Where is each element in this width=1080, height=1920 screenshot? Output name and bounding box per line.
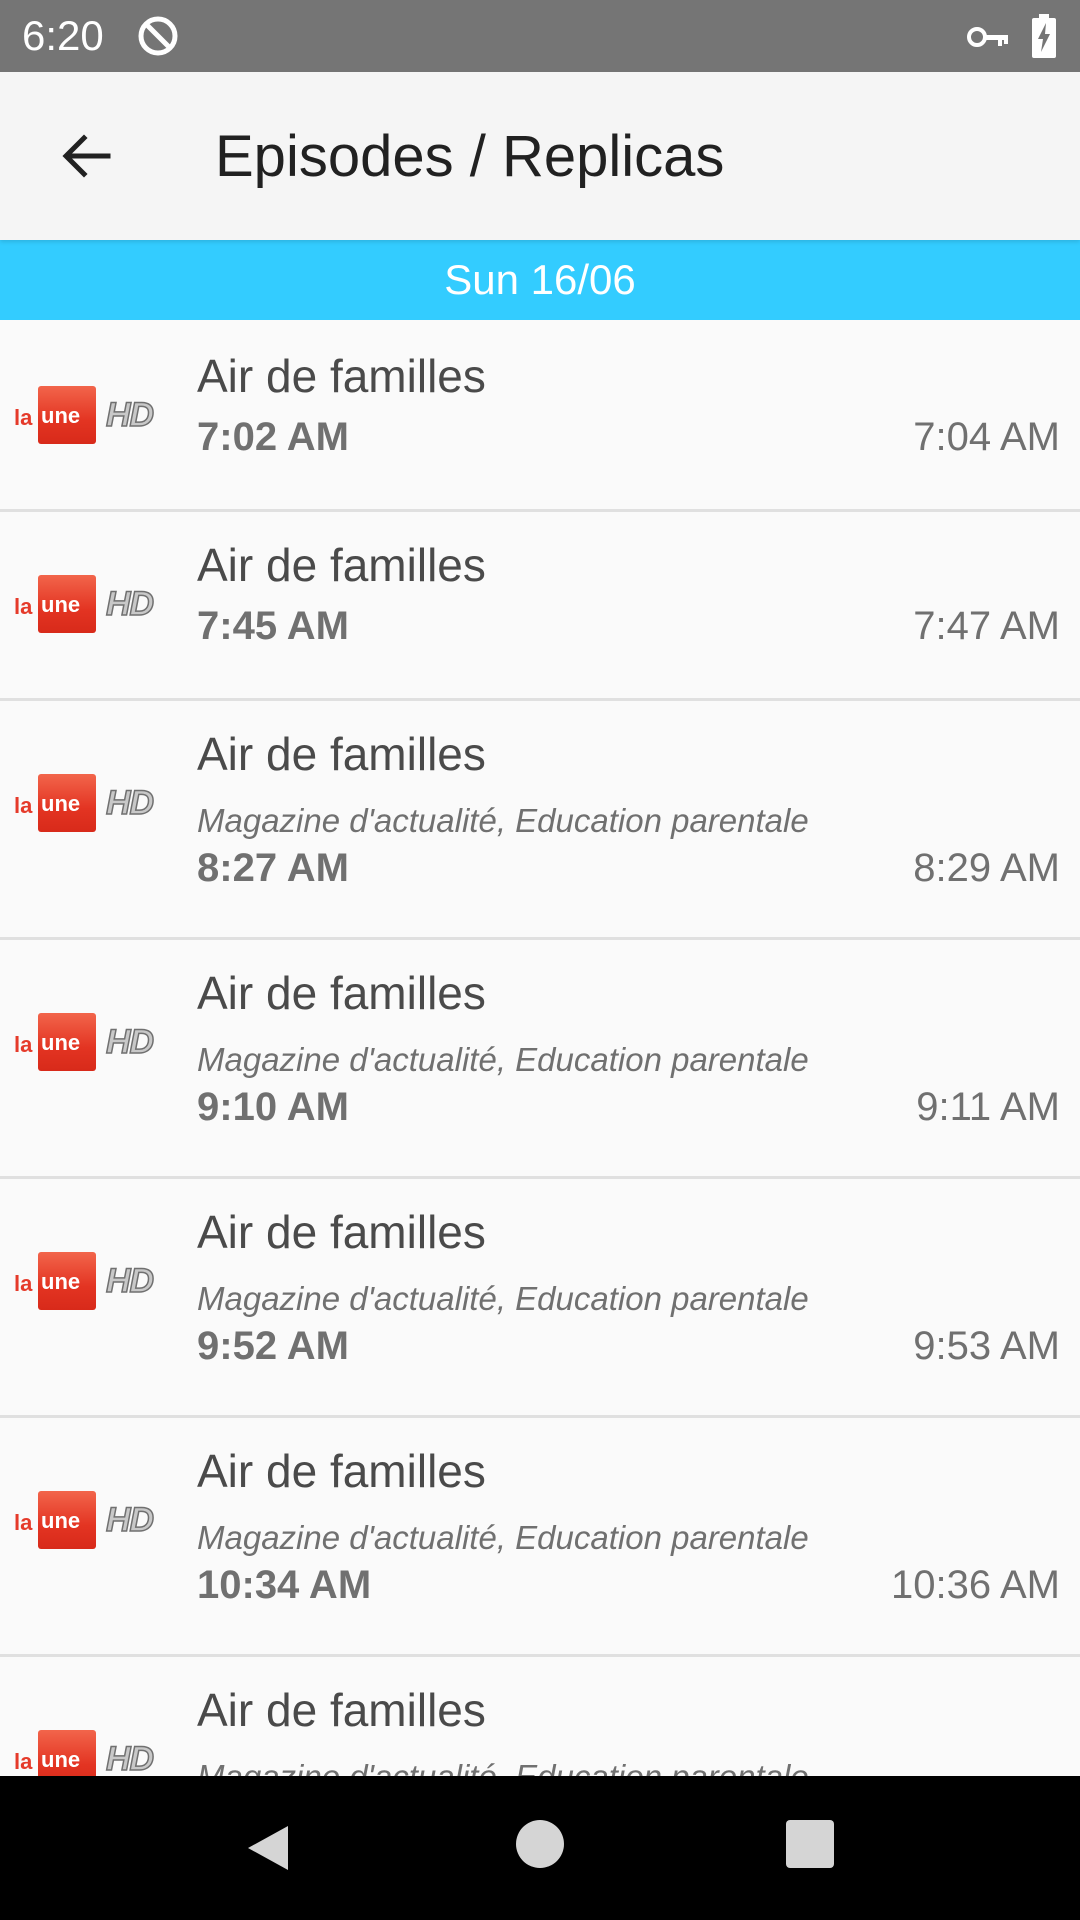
end-time: 8:29 AM: [913, 846, 1060, 890]
episode-title: Air de familles: [197, 728, 486, 780]
start-time: 8:27 AM: [197, 846, 349, 890]
episode-genre: Magazine d'actualité, Education parental…: [197, 1519, 809, 1556]
end-time: 9:11 AM: [916, 1085, 1060, 1129]
episode-title: Air de familles: [197, 1684, 486, 1736]
start-time: 9:52 AM: [197, 1324, 349, 1368]
episode-genre: Magazine d'actualité, Education parental…: [197, 802, 809, 839]
list-item[interactable]: la une HD Air de familles 7:45 AM 7:47 AM: [0, 512, 1080, 701]
episode-genre: Magazine d'actualité, Education parental…: [197, 1757, 809, 1776]
vpn-key-icon: [967, 27, 1008, 47]
list-item[interactable]: launeHD Air de familles Magazine d'actua…: [0, 1179, 1080, 1418]
battery-charging-icon: [1032, 14, 1056, 58]
end-time: 7:47 AM: [913, 604, 1060, 648]
home-circle-icon[interactable]: [516, 1820, 564, 1868]
start-time: 9:10 AM: [197, 1085, 349, 1129]
episode-title: Air de familles: [197, 350, 486, 402]
episode-title: Air de familles: [197, 1445, 486, 1497]
status-bar: 6:20: [0, 0, 1080, 72]
episode-genre: Magazine d'actualité, Education parental…: [197, 1280, 809, 1317]
channel-logo: la une HD: [14, 1491, 168, 1553]
list-item[interactable]: launeHD Air de familles Magazine d'actua…: [0, 701, 1080, 940]
page-title: Episodes / Replicas: [215, 124, 725, 189]
list-item[interactable]: launeHD Air de familles Magazine d'actua…: [0, 940, 1080, 1179]
back-button[interactable]: [42, 112, 130, 200]
channel-logo: la une HD: [14, 575, 168, 637]
episode-title: Air de familles: [197, 967, 486, 1019]
back-triangle-icon[interactable]: [240, 1820, 296, 1876]
list-item[interactable]: launeHD Air de familles Magazine d'actua…: [0, 1418, 1080, 1657]
end-time: 10:36 AM: [890, 1563, 1060, 1607]
end-time: 9:53 AM: [913, 1324, 1060, 1368]
episode-list: la une HD Air de familles 7:02 AM 7:04 AM …: [0, 323, 1080, 1776]
start-time: 7:02 AM: [197, 415, 349, 459]
episode-genre: Magazine d'actualité, Education parental…: [197, 1041, 809, 1078]
list-item[interactable]: launeHD Air de familles Magazine d'actua…: [0, 1657, 1080, 1776]
date-header: Sun 16/06: [0, 240, 1080, 320]
channel-logo: la une HD: [14, 386, 168, 448]
episode-title: Air de familles: [197, 1206, 486, 1258]
start-time: 7:45 AM: [197, 604, 349, 648]
episode-title: Air de familles: [197, 539, 486, 591]
arrow-left-icon: [62, 134, 111, 178]
recents-square-icon[interactable]: [786, 1820, 834, 1868]
end-time: 7:04 AM: [913, 415, 1060, 459]
channel-logo: la une HD: [14, 1252, 168, 1314]
list-item[interactable]: la une HD Air de familles 7:02 AM 7:04 AM: [0, 323, 1080, 512]
status-time: 6:20: [22, 12, 104, 59]
sync-icon: [138, 16, 178, 56]
channel-logo: la une HD: [14, 1013, 168, 1075]
navigation-bar: [0, 1776, 1080, 1920]
start-time: 10:34 AM: [197, 1563, 372, 1607]
app-bar: Episodes / Replicas: [0, 72, 1080, 240]
channel-logo: la une HD: [14, 774, 168, 836]
channel-logo: la une HD: [14, 1730, 168, 1776]
